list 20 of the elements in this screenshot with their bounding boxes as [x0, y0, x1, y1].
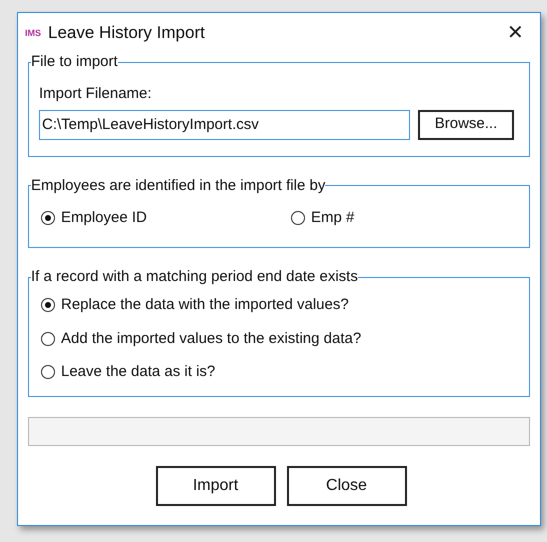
dialog-button[interactable]: Close [286, 466, 406, 506]
field-label: Import Filename: [39, 84, 153, 104]
radio-button[interactable] [41, 298, 55, 312]
group-title: File to import [31, 53, 118, 71]
radio-option[interactable]: Emp # [291, 206, 519, 229]
radio-option[interactable]: Replace the data with the imported values? [41, 294, 519, 316]
window-title: Leave History Import [48, 22, 205, 44]
radio-button[interactable] [41, 332, 55, 346]
radio-button[interactable] [291, 210, 305, 225]
dialog-button[interactable]: Import [156, 466, 276, 506]
group-title: If a record with a matching period end date exists [31, 268, 358, 286]
radio-option[interactable]: Employee ID [41, 206, 291, 229]
filename-field[interactable]: C:\Temp\LeaveHistoryImport.csv [39, 110, 410, 140]
radio-button[interactable] [41, 210, 55, 225]
app-logo: IMS [24, 27, 42, 40]
radio-option[interactable]: Leave the data as it is? [41, 361, 519, 384]
radio-option[interactable]: Add the imported values to the existing data? [41, 328, 519, 350]
radio-button[interactable] [41, 365, 55, 380]
group-title: Employees are identified in the import file by [31, 176, 326, 194]
browse-button[interactable]: Browse... [418, 110, 514, 140]
